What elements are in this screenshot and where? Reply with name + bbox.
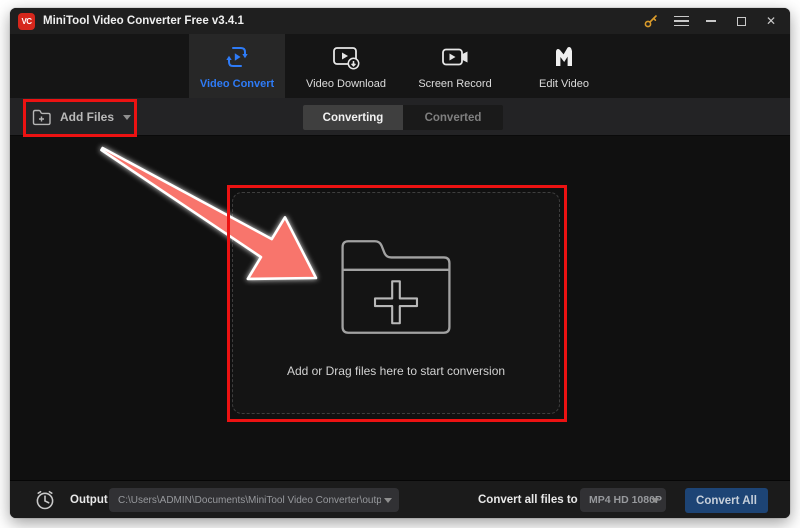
maximize-icon <box>737 17 746 26</box>
chevron-down-icon <box>123 115 131 120</box>
tab-label: Video Download <box>306 78 386 90</box>
output-label: Output <box>70 481 108 518</box>
chevron-down-icon <box>651 498 659 503</box>
nav-row: Video Convert Video Download <box>189 34 612 98</box>
output-path-select[interactable]: C:\Users\ADMIN\Documents\MiniTool Video … <box>109 488 399 512</box>
convert-all-files-to-label: Convert all files to <box>478 481 578 518</box>
maximize-button[interactable] <box>726 8 756 34</box>
tab-label: Video Convert <box>200 78 274 90</box>
convert-all-button[interactable]: Convert All <box>685 488 768 513</box>
tab-video-convert[interactable]: Video Convert <box>189 34 285 98</box>
main-area: Add or Drag files here to start conversi… <box>10 136 790 480</box>
titlebar: VC MiniTool Video Converter Free v3.4.1 <box>10 8 790 34</box>
tab-converting[interactable]: Converting <box>303 105 403 130</box>
app-logo-text: VC <box>21 17 31 26</box>
menu-icon[interactable] <box>666 8 696 34</box>
edit-video-icon <box>551 43 577 71</box>
page: VC MiniTool Video Converter Free v3.4.1 <box>0 0 800 528</box>
video-convert-icon <box>223 43 251 71</box>
chevron-down-icon <box>384 498 392 503</box>
toolbar: Add Files Converting Converted <box>10 98 790 136</box>
schedule-clock-icon[interactable] <box>34 489 56 511</box>
dropzone-hint-text: Add or Drag files here to start conversi… <box>287 364 505 378</box>
tab-label: Screen Record <box>418 78 491 90</box>
add-folder-icon <box>32 109 51 126</box>
main-nav: Video Convert Video Download <box>10 34 790 98</box>
dropzone[interactable]: Add or Drag files here to start conversi… <box>232 192 560 414</box>
screen-record-icon <box>440 43 470 71</box>
tab-video-download[interactable]: Video Download <box>298 34 394 98</box>
add-files-button[interactable]: Add Files <box>32 98 131 136</box>
window-title: MiniTool Video Converter Free v3.4.1 <box>43 15 244 27</box>
tab-screen-record[interactable]: Screen Record <box>407 34 503 98</box>
tab-label: Edit Video <box>539 78 589 90</box>
tab-converted[interactable]: Converted <box>403 105 503 130</box>
app-window: VC MiniTool Video Converter Free v3.4.1 <box>10 8 790 518</box>
convert-status-tabs: Converting Converted <box>303 105 503 130</box>
titlebar-controls: ✕ <box>636 8 790 34</box>
footer-bar: Output C:\Users\ADMIN\Documents\MiniTool… <box>10 480 790 518</box>
output-format-select[interactable]: MP4 HD 1080P <box>580 488 666 512</box>
folder-wrap <box>334 235 458 344</box>
tab-edit-video[interactable]: Edit Video <box>516 34 612 98</box>
add-folder-large-icon <box>334 235 458 339</box>
add-files-label: Add Files <box>60 110 114 124</box>
hamburger-icon <box>674 16 689 27</box>
minimize-button[interactable] <box>696 8 726 34</box>
close-button[interactable]: ✕ <box>756 8 786 34</box>
video-download-icon <box>331 43 361 71</box>
output-path-value: C:\Users\ADMIN\Documents\MiniTool Video … <box>118 495 381 506</box>
register-key-icon[interactable] <box>636 8 666 34</box>
minimize-icon <box>706 20 716 22</box>
app-logo-icon: VC <box>18 13 35 30</box>
key-icon <box>643 13 659 29</box>
